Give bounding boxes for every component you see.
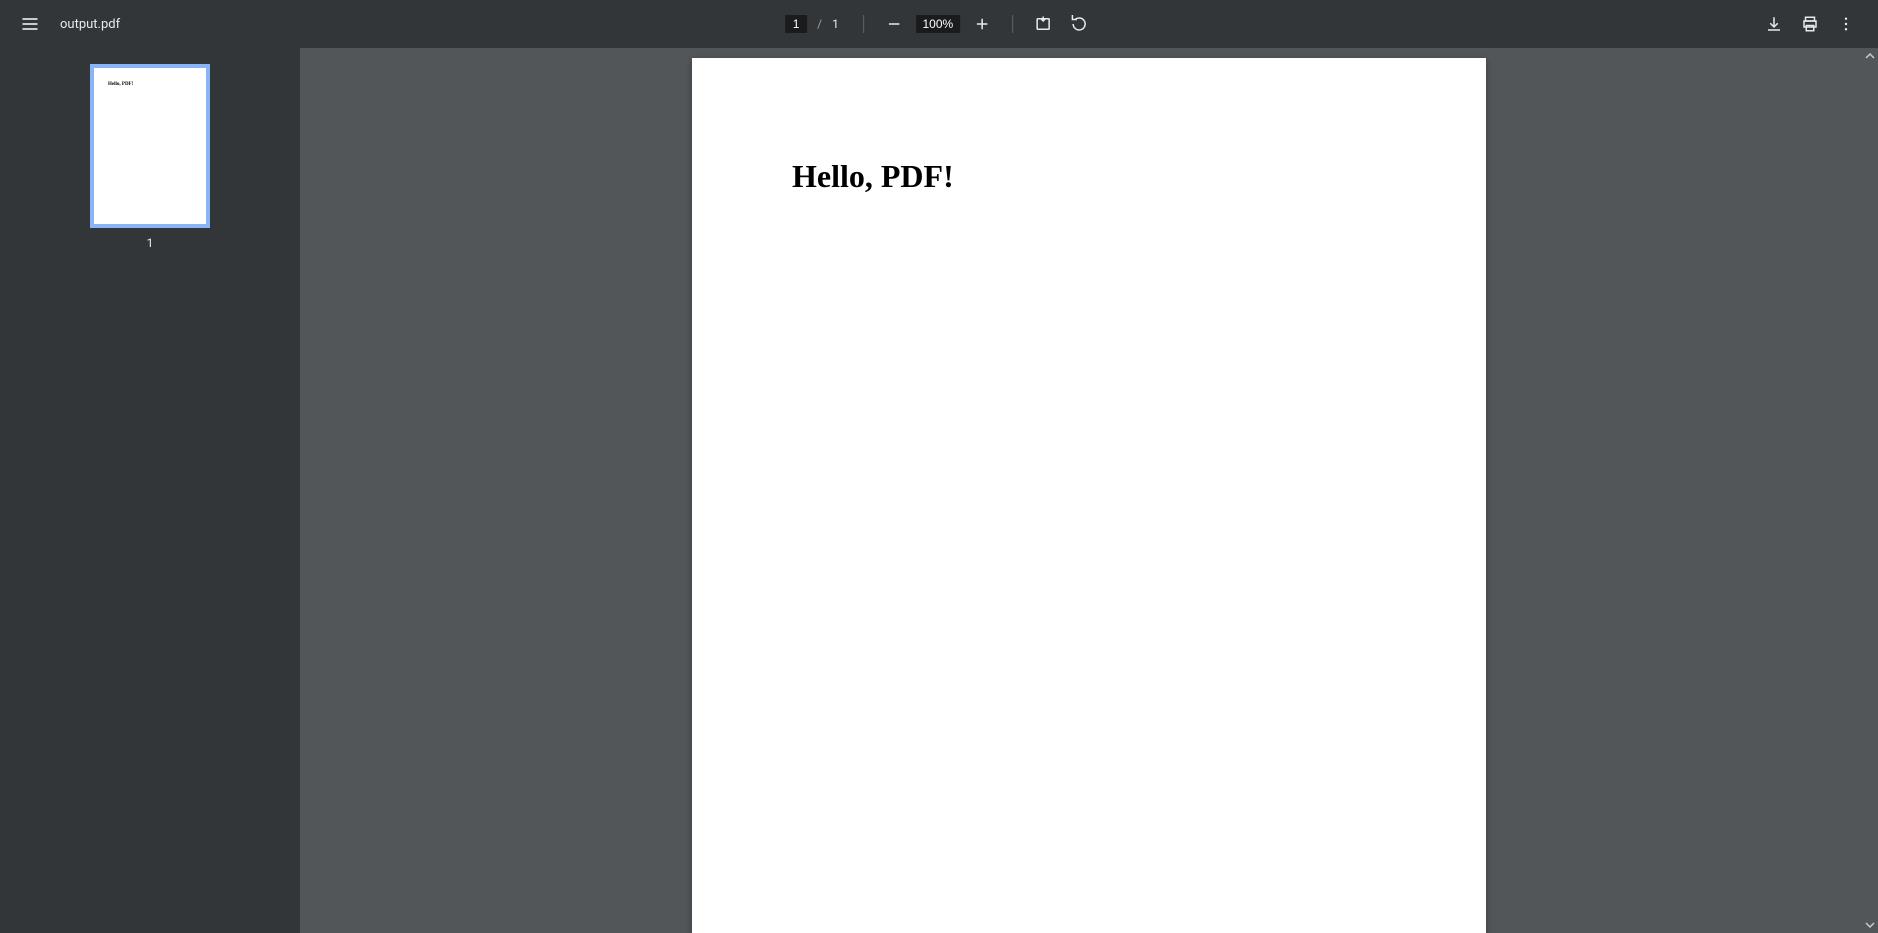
thumbnail-preview-text: Hello, PDF! <box>108 82 133 87</box>
page: Hello, PDF! <box>692 58 1486 933</box>
toolbar-left: output.pdf <box>0 12 120 36</box>
menu-icon[interactable] <box>18 12 42 36</box>
download-button[interactable] <box>1760 10 1788 38</box>
toolbar-center: / 1 <box>785 10 1093 38</box>
document-viewer[interactable]: Hello, PDF! <box>300 48 1878 933</box>
thumbnail-label: 1 <box>147 236 154 250</box>
fit-to-page-button[interactable] <box>1029 10 1057 38</box>
main-content: Hello, PDF! 1 Hello, PDF! <box>0 48 1878 933</box>
scroll-down-arrow-icon[interactable] <box>1862 917 1878 933</box>
filename-label: output.pdf <box>60 17 120 32</box>
zoom-level-input[interactable] <box>916 15 960 33</box>
print-button[interactable] <box>1796 10 1824 38</box>
toolbar-right <box>1760 10 1860 38</box>
divider <box>863 15 864 33</box>
zoom-in-button[interactable] <box>968 10 996 38</box>
vertical-scrollbar[interactable] <box>1862 48 1878 933</box>
divider <box>1012 15 1013 33</box>
page-content-text: Hello, PDF! <box>792 158 954 195</box>
zoom-out-button[interactable] <box>880 10 908 38</box>
page-total-label: 1 <box>832 17 839 31</box>
scroll-up-arrow-icon[interactable] <box>1862 48 1878 64</box>
thumbnail-page: Hello, PDF! <box>90 64 210 228</box>
thumbnail-item[interactable]: Hello, PDF! 1 <box>90 64 210 250</box>
thumbnail-sidebar: Hello, PDF! 1 <box>0 48 300 933</box>
toolbar: output.pdf / 1 <box>0 0 1878 48</box>
rotate-button[interactable] <box>1065 10 1093 38</box>
page-current-input[interactable] <box>785 15 807 33</box>
page-separator: / <box>817 17 822 31</box>
more-options-button[interactable] <box>1832 10 1860 38</box>
